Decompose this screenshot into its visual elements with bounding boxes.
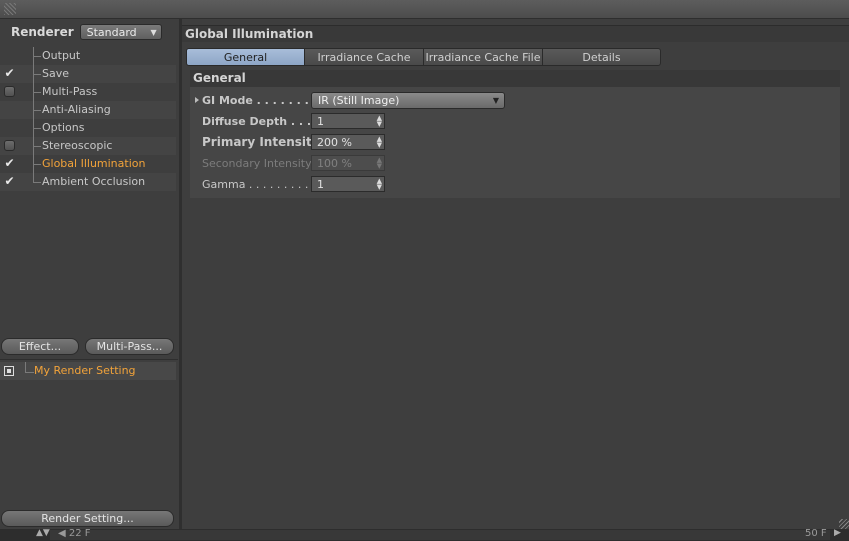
primary-intensity-row: Primary Intensity 200 % ▲ ▼ — [190, 133, 840, 152]
gamma-value: 1 — [317, 178, 324, 191]
sidebar-item-label: Ambient Occlusion — [42, 175, 146, 188]
chevron-down-icon: ▼ — [492, 96, 499, 105]
sidebar-item-label: Stereoscopic — [42, 139, 113, 152]
tab-general[interactable]: General — [186, 48, 305, 66]
render-setting-icon — [4, 366, 14, 376]
gamma-row: Gamma . . . . . . . . . . . 1 ▲ ▼ — [190, 175, 840, 194]
tree-connector — [33, 155, 41, 173]
checkmark-icon[interactable]: ✔ — [4, 67, 15, 79]
gi-mode-value: IR (Still Image) — [318, 94, 400, 107]
tab-bar: General Irradiance Cache Irradiance Cache … — [186, 48, 661, 66]
render-setting-label: My Render Setting — [34, 364, 136, 377]
diffuse-depth-row: Diffuse Depth . . . . 1 ▲ ▼ — [190, 112, 840, 131]
spinner-icon[interactable]: ▲▼ — [377, 115, 382, 128]
group-title: General — [190, 70, 840, 87]
sidebar-item-ambient-occlusion[interactable]: ✔ Ambient Occlusion — [0, 173, 176, 191]
sidebar-item-save[interactable]: ✔ Save — [0, 65, 176, 83]
sidebar-item-label: Anti-Aliasing — [42, 103, 111, 116]
sidebar-item-global-illumination[interactable]: ✔ Global Illumination — [0, 155, 176, 173]
timeline-bar: ▲▼ ◀ 22 F 50 F ▶ — [0, 528, 849, 541]
gamma-field[interactable]: 1 ▲ ▼ — [311, 176, 385, 192]
tree-connector — [33, 47, 41, 65]
settings-sidebar: Renderer Standard ▼ Output ✔ Save Multi-Pas… — [0, 19, 179, 529]
primary-intensity-field[interactable]: 200 % ▲ ▼ — [311, 134, 385, 150]
frame-start-value: 22 F — [68, 528, 91, 539]
checkmark-icon[interactable]: ✔ — [4, 175, 15, 187]
tree-connector — [33, 137, 41, 155]
general-group: General GI Mode . . . . . . . . . IR (St… — [190, 70, 840, 198]
renderer-dropdown[interactable]: Standard ▼ — [79, 24, 162, 40]
sidebar-item-multi-pass[interactable]: Multi-Pass — [0, 83, 176, 101]
sidebar-item-label: Output — [42, 49, 81, 62]
checkbox[interactable] — [4, 86, 15, 97]
tree-connector — [33, 119, 41, 137]
diffuse-depth-field[interactable]: 1 ▲ ▼ — [311, 113, 385, 129]
renderer-label: Renderer — [11, 25, 74, 39]
gi-mode-dropdown[interactable]: IR (Still Image) ▼ — [311, 92, 505, 109]
sidebar-item-stereoscopic[interactable]: Stereoscopic — [0, 137, 176, 155]
tree-connector — [33, 83, 41, 101]
render-setting-item[interactable]: My Render Setting — [0, 362, 176, 380]
sidebar-item-anti-aliasing[interactable]: Anti-Aliasing — [0, 101, 176, 119]
timeline-slider[interactable] — [50, 530, 830, 540]
secondary-intensity-field: 100 % ▲ ▼ — [311, 155, 385, 171]
chevron-down-icon: ▼ — [150, 28, 157, 37]
grip-icon[interactable] — [4, 3, 16, 15]
frame-end-value: 50 F — [805, 528, 827, 539]
sidebar-item-label: Save — [42, 67, 70, 80]
tree-connector — [25, 362, 34, 373]
title-bar — [0, 0, 849, 19]
primary-intensity-value: 200 % — [317, 136, 352, 149]
diffuse-depth-value: 1 — [317, 115, 324, 128]
frame-end: 50 F — [805, 528, 827, 539]
tree-connector — [33, 173, 41, 191]
spinner-icon[interactable]: ▲▼ — [377, 178, 382, 191]
expand-triangle-icon[interactable] — [195, 97, 199, 103]
gamma-label: Gamma . . . . . . . . . . . — [202, 178, 323, 191]
play-arrow-icon[interactable]: ▶ — [834, 528, 841, 538]
sidebar-item-options[interactable]: Options — [0, 119, 176, 137]
multi-pass-button[interactable]: Multi-Pass... — [85, 338, 174, 355]
sidebar-item-label: Multi-Pass — [42, 85, 98, 98]
sidebar-item-label: Options — [42, 121, 85, 134]
sidebar-item-output[interactable]: Output — [0, 47, 176, 65]
tree-connector — [33, 101, 41, 119]
checkmark-icon[interactable]: ✔ — [4, 157, 15, 169]
divider — [0, 359, 178, 360]
spinner-icon[interactable]: ▲▼ — [36, 528, 50, 538]
spinner-icon: ▲ ▼ — [376, 156, 382, 170]
secondary-intensity-label: Secondary Intensity — [202, 157, 312, 170]
tab-irradiance-cache-file[interactable]: Irradiance Cache File — [423, 48, 543, 66]
diffuse-depth-label: Diffuse Depth . . . . — [202, 115, 320, 128]
gi-mode-row: GI Mode . . . . . . . . . IR (Still Imag… — [190, 91, 840, 110]
tab-details[interactable]: Details — [542, 48, 661, 66]
tab-irradiance-cache[interactable]: Irradiance Cache — [304, 48, 424, 66]
secondary-intensity-value: 100 % — [317, 157, 352, 170]
sidebar-item-label: Global Illumination — [42, 157, 146, 170]
panel-title: Global Illumination — [182, 25, 849, 42]
attributes-panel: Global Illumination General Irradiance Ca… — [182, 19, 849, 529]
renderer-value: Standard — [86, 26, 137, 39]
render-setting-button[interactable]: Render Setting... — [1, 510, 174, 527]
gi-mode-label: GI Mode . . . . . . . . . — [202, 94, 325, 107]
primary-intensity-label: Primary Intensity — [202, 135, 320, 149]
settings-tree: Output ✔ Save Multi-Pass Anti-Aliasing Option… — [0, 47, 176, 191]
frame-start: ◀ 22 F — [58, 528, 91, 539]
secondary-intensity-row: Secondary Intensity 100 % ▲ ▼ — [190, 154, 840, 173]
renderer-row: Renderer Standard ▼ — [11, 23, 162, 41]
effect-button[interactable]: Effect... — [1, 338, 79, 355]
tree-connector — [33, 65, 41, 83]
checkbox[interactable] — [4, 140, 15, 151]
spinner-icon[interactable]: ▲▼ — [377, 136, 382, 149]
